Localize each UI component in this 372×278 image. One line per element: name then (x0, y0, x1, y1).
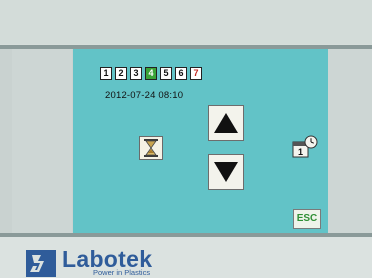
hourglass-button[interactable] (139, 136, 163, 160)
footer: Labotek Power in Plastics (0, 237, 372, 278)
svg-text:1: 1 (298, 147, 303, 157)
labotek-logo-icon (26, 250, 56, 277)
decrease-button[interactable] (208, 154, 244, 190)
day-6[interactable]: 6 (175, 67, 187, 80)
day-2[interactable]: 2 (115, 67, 127, 80)
brand-tagline: Power in Plastics (93, 268, 151, 277)
weekday-selector: 1 2 3 4 5 6 7 (100, 67, 202, 80)
day-5[interactable]: 5 (160, 67, 172, 80)
up-arrow-icon (214, 113, 238, 133)
calendar-clock-button[interactable]: 1 (292, 135, 318, 159)
calendar-clock-icon: 1 (292, 135, 318, 158)
date-time-display: 2012-07-24 08:10 (105, 90, 184, 101)
frame-right-panel (328, 49, 372, 233)
day-7[interactable]: 7 (190, 67, 202, 80)
day-1[interactable]: 1 (100, 67, 112, 80)
day-3[interactable]: 3 (130, 67, 142, 80)
control-screen: 1 2 3 4 5 6 7 2012-07-24 08:10 1 ESC (73, 49, 328, 233)
day-4[interactable]: 4 (145, 67, 157, 80)
esc-button[interactable]: ESC (293, 209, 321, 229)
down-arrow-icon (214, 162, 238, 182)
increase-button[interactable] (208, 105, 244, 141)
frame-left-panel (12, 49, 72, 233)
hourglass-icon (144, 139, 158, 157)
top-band (0, 0, 372, 44)
